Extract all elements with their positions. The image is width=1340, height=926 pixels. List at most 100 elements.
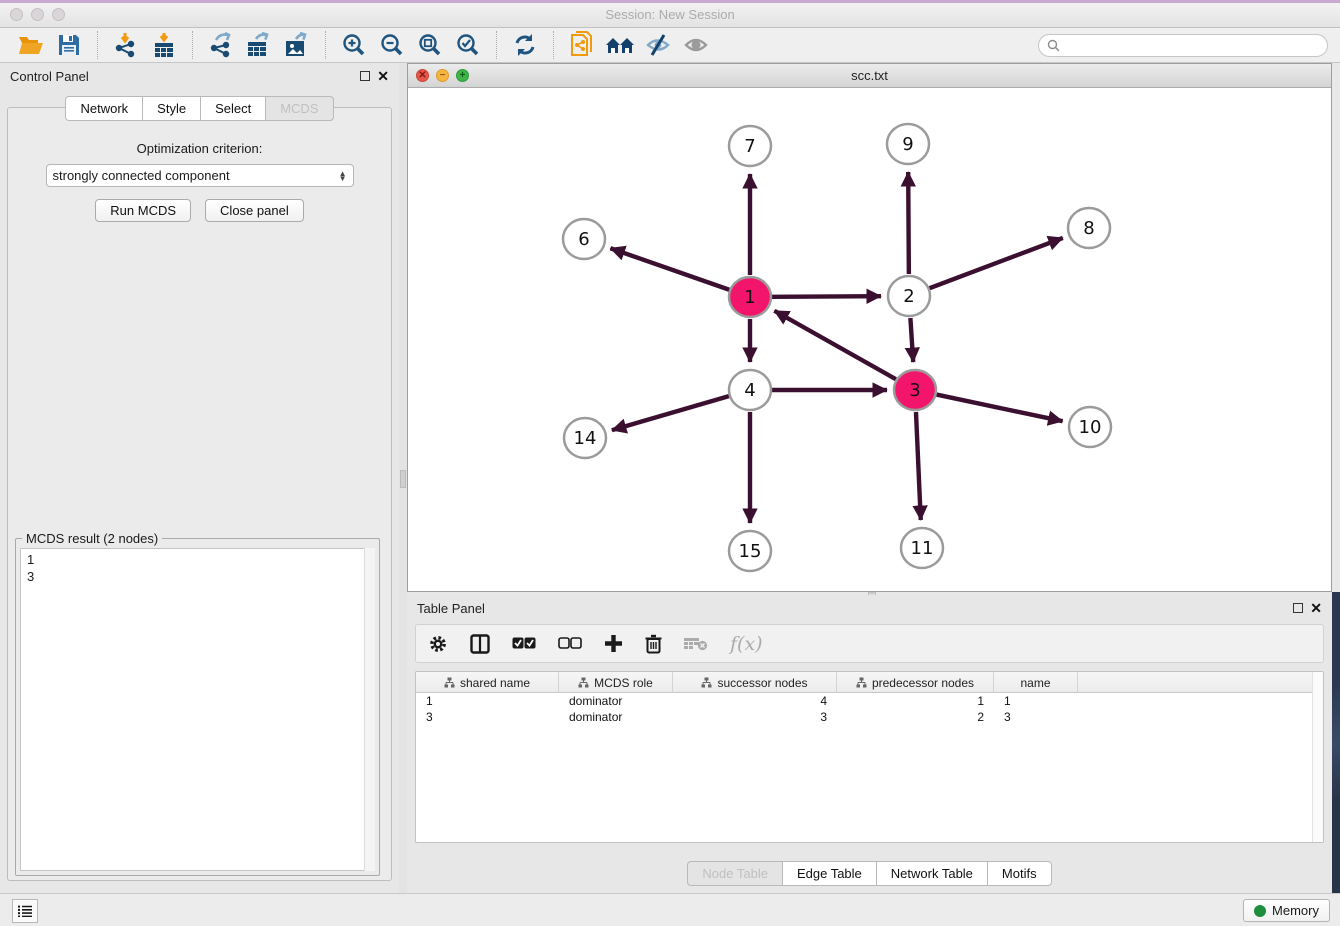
zoom-selected-icon[interactable] [452,30,484,60]
edge-2-8[interactable] [930,238,1063,288]
close-table-panel-icon[interactable]: ✕ [1310,603,1322,613]
tab-node-table[interactable]: Node Table [687,861,782,886]
float-panel-icon[interactable] [360,71,370,81]
tab-network[interactable]: Network [65,96,142,121]
table-row[interactable]: 1dominator411 [416,693,1323,709]
tab-network-table[interactable]: Network Table [876,861,987,886]
tab-mcds[interactable]: MCDS [265,96,333,121]
close-panel-icon[interactable]: ✕ [377,71,389,81]
network-close-icon[interactable]: ✕ [416,69,429,82]
cell-shared-name[interactable]: 3 [416,709,559,725]
edge-2-3[interactable] [910,318,913,362]
node-8[interactable]: 8 [1068,208,1110,248]
column-header-MCDS-role[interactable]: MCDS role [559,672,673,693]
edge-1-2[interactable] [772,296,881,297]
column-header-shared-name[interactable]: shared name [416,672,559,693]
tab-style[interactable]: Style [142,96,200,121]
open-file-icon[interactable] [15,30,47,60]
table-settings-icon[interactable] [428,634,448,654]
result-scrollbar[interactable] [364,548,375,871]
float-table-panel-icon[interactable] [1293,603,1303,613]
export-network-icon[interactable] [205,30,237,60]
main-toolbar [0,28,1340,63]
export-image-icon[interactable] [281,30,313,60]
desktop-edge-right [1332,592,1340,893]
node-15[interactable]: 15 [729,531,771,571]
node-1[interactable]: 1 [729,277,771,317]
column-label: name [1020,676,1050,690]
search-input[interactable] [1065,38,1319,52]
edge-1-6[interactable] [610,248,729,290]
node-4[interactable]: 4 [729,370,771,410]
export-table-icon[interactable] [243,30,275,60]
table-scrollbar[interactable] [1312,672,1323,842]
cell-name[interactable]: 3 [994,709,1078,725]
node-11[interactable]: 11 [901,528,943,568]
save-session-icon[interactable] [53,30,85,60]
mcds-result-list[interactable]: 1 3 [20,548,375,871]
edge-3-11[interactable] [916,412,921,520]
node-14[interactable]: 14 [564,418,606,458]
tab-motifs[interactable]: Motifs [987,861,1052,886]
select-all-icon[interactable] [512,637,536,650]
edge-3-10[interactable] [937,395,1063,422]
add-row-icon[interactable] [604,634,623,653]
network-maximize-icon[interactable]: + [456,69,469,82]
import-network-icon[interactable] [110,30,142,60]
edge-2-9[interactable] [908,172,909,274]
import-table-icon[interactable] [148,30,180,60]
table-row[interactable]: 3dominator323 [416,709,1323,725]
function-builder-icon[interactable]: f(x) [730,633,763,655]
splitter-grip[interactable] [400,470,406,488]
network-window-titlebar[interactable]: ✕ − + scc.txt [408,64,1331,88]
zoom-fit-icon[interactable] [414,30,446,60]
refresh-view-icon[interactable] [509,30,541,60]
memory-button[interactable]: Memory [1243,899,1330,922]
node-6[interactable]: 6 [563,219,605,259]
search-field[interactable] [1038,34,1328,57]
node-2[interactable]: 2 [888,276,930,316]
toolbar-separator [97,31,98,59]
network-canvas[interactable]: 7 9 6 8 1 2 4 3 14 10 15 11 [408,88,1331,591]
delete-table-icon[interactable] [684,636,708,651]
cell-predecessor-nodes[interactable]: 1 [837,693,994,709]
optimization-criterion-select[interactable]: strongly connected component ▲▼ [46,164,354,187]
first-neighbors-icon[interactable] [604,30,636,60]
show-all-icon[interactable] [680,30,712,60]
run-mcds-button[interactable]: Run MCDS [95,199,191,222]
hide-selected-icon[interactable] [642,30,674,60]
column-header-successor-nodes[interactable]: successor nodes [673,672,837,693]
node-3[interactable]: 3 [894,370,936,410]
cell-name[interactable]: 1 [994,693,1078,709]
svg-text:8: 8 [1083,218,1094,239]
column-layout-icon[interactable] [470,634,490,654]
tab-select[interactable]: Select [200,96,265,121]
zoom-in-icon[interactable] [338,30,370,60]
column-header-predecessor-nodes[interactable]: predecessor nodes [837,672,994,693]
task-history-button[interactable] [12,899,38,923]
cell-shared-name[interactable]: 1 [416,693,559,709]
vertical-splitter[interactable] [399,63,407,893]
tab-edge-table[interactable]: Edge Table [782,861,876,886]
cell-successor-nodes[interactable]: 3 [673,709,837,725]
network-minimize-icon[interactable]: − [436,69,449,82]
close-panel-button[interactable]: Close panel [205,199,304,222]
new-network-from-selection-icon[interactable] [566,30,598,60]
unselect-all-icon[interactable] [558,637,582,650]
delete-row-icon[interactable] [645,634,662,654]
cell-MCDS-role[interactable]: dominator [559,709,673,725]
node-10[interactable]: 10 [1069,407,1111,447]
table-panel: Table Panel ✕ f(x) shared nameMCDS rol [407,595,1332,893]
cell-successor-nodes[interactable]: 4 [673,693,837,709]
edge-3-1[interactable] [774,311,895,379]
edge-4-14[interactable] [612,396,729,430]
column-header-name[interactable]: name [994,672,1078,693]
zoom-out-icon[interactable] [376,30,408,60]
cell-MCDS-role[interactable]: dominator [559,693,673,709]
cell-predecessor-nodes[interactable]: 2 [837,709,994,725]
list-icon [18,905,32,917]
node-7[interactable]: 7 [729,126,771,166]
node-9[interactable]: 9 [887,124,929,164]
toolbar-separator [192,31,193,59]
mcds-result-group: MCDS result (2 nodes) 1 3 [15,538,380,876]
